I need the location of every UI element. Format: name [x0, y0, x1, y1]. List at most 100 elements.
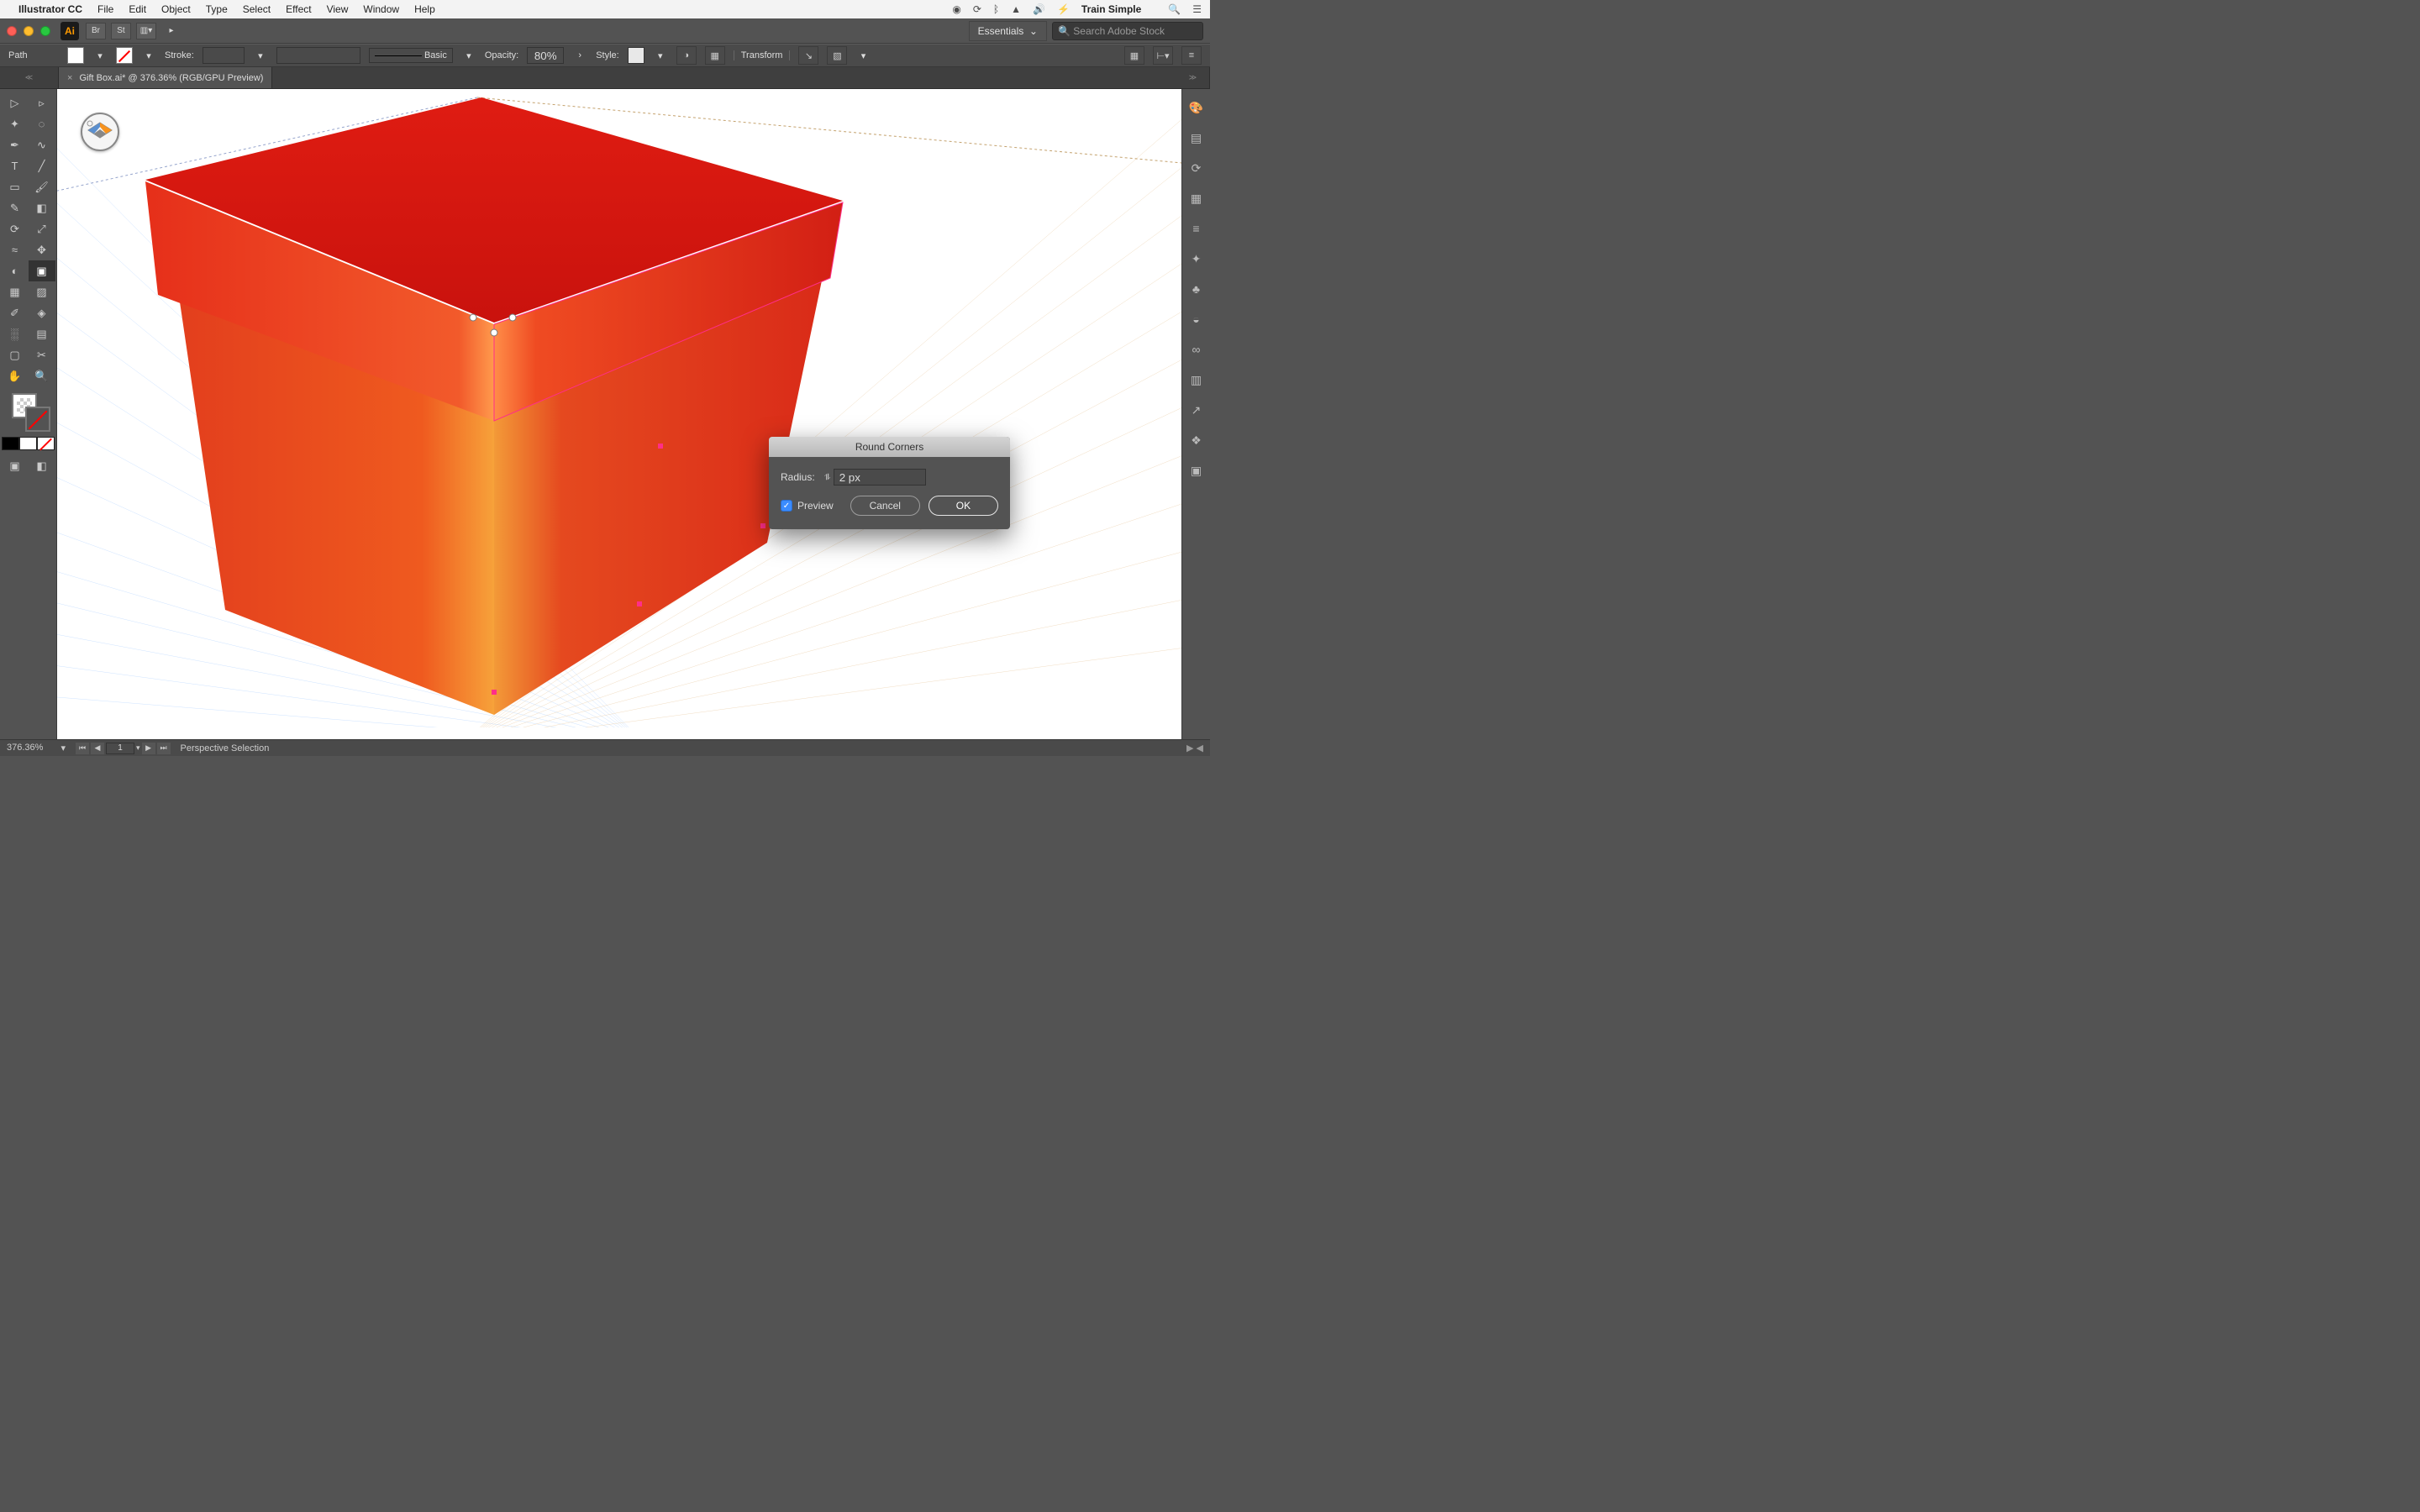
stock-button[interactable]: St [111, 23, 131, 39]
type-tool[interactable]: T [2, 155, 29, 176]
ok-button[interactable]: OK [929, 496, 998, 516]
gradient-panel-icon[interactable]: ✦ [1186, 249, 1207, 269]
dialog-title[interactable]: Round Corners [769, 437, 1010, 457]
app-menu[interactable]: Illustrator CC [18, 3, 82, 15]
preview-checkbox[interactable]: ✓ [781, 500, 792, 512]
canvas[interactable]: Round Corners Radius: ⥮ ✓ Preview Cancel [57, 89, 1181, 739]
stroke-swatch[interactable] [116, 47, 133, 64]
layers-panel-icon[interactable]: ❖ [1186, 430, 1207, 450]
menu-help[interactable]: Help [414, 3, 435, 15]
gpu-icon[interactable]: ▸ [161, 23, 182, 39]
menu-file[interactable]: File [97, 3, 113, 15]
free-transform-tool[interactable]: ✥ [29, 239, 55, 260]
minimize-window-button[interactable] [24, 26, 34, 36]
grid-toggle-icon[interactable]: ▦ [1124, 46, 1144, 65]
blend-tool[interactable]: ◈ [29, 302, 55, 323]
perspective-selection-tool[interactable]: ▣ [29, 260, 55, 281]
menu-object[interactable]: Object [161, 3, 191, 15]
scale-tool[interactable]: ⤢ [29, 218, 55, 239]
eraser-tool[interactable]: ◧ [29, 197, 55, 218]
radius-input[interactable] [834, 469, 926, 486]
appearance-panel-icon[interactable]: ◒ [1186, 309, 1207, 329]
fill-swatch[interactable] [67, 47, 84, 64]
artboards-panel-icon[interactable]: ▣ [1186, 460, 1207, 480]
stroke-dd2[interactable]: ▾ [253, 47, 268, 64]
brush-dd[interactable]: ▾ [461, 47, 476, 64]
close-tab-icon[interactable]: × [67, 73, 72, 83]
zoom-tool[interactable]: 🔍 [29, 365, 55, 386]
timemachine-icon[interactable]: ⟳ [973, 3, 981, 15]
eyedropper-tool[interactable]: ✐ [2, 302, 29, 323]
cancel-button[interactable]: Cancel [850, 496, 920, 516]
chip-solid[interactable] [2, 437, 19, 450]
width-tool[interactable]: ≈ [2, 239, 29, 260]
selection-tool[interactable]: ▷ [2, 92, 29, 113]
chip-none[interactable] [37, 437, 55, 450]
zoom-level[interactable]: 376.36%▾ [7, 743, 66, 753]
style-swatch[interactable] [628, 47, 644, 64]
screen-mode-tool[interactable]: ▣ [2, 455, 29, 476]
pen-tool[interactable]: ✒ [2, 134, 29, 155]
user-menu[interactable]: Train Simple [1081, 3, 1141, 15]
hand-tool[interactable]: ✋ [2, 365, 29, 386]
lasso-tool[interactable]: ◌ [29, 113, 55, 134]
line-tool[interactable]: ╱ [29, 155, 55, 176]
bluetooth-icon[interactable]: ᛒ [993, 3, 999, 15]
volume-icon[interactable]: 🔊 [1033, 3, 1045, 15]
tab-handle[interactable]: ≪ [0, 67, 59, 88]
brush-preview[interactable]: Basic [369, 48, 453, 63]
ctrl-dd[interactable]: ▾ [855, 47, 871, 64]
rotate-tool[interactable]: ⟳ [2, 218, 29, 239]
rectangle-tool[interactable]: ▭ [2, 176, 29, 197]
libraries-panel-icon[interactable]: ∞ [1186, 339, 1207, 360]
stroke-dd[interactable]: ▾ [141, 47, 156, 64]
menu-edit[interactable]: Edit [129, 3, 146, 15]
edit-clip-icon[interactable]: ▧ [827, 46, 847, 65]
mesh-tool[interactable]: ▦ [2, 281, 29, 302]
tab-handle-right[interactable]: ≫ [1176, 67, 1210, 88]
shape-builder-tool[interactable]: ◐ [2, 260, 29, 281]
slice-tool[interactable]: ✂ [29, 344, 55, 365]
recolor-icon[interactable]: ◑ [676, 46, 697, 65]
search-stock-field[interactable]: 🔍 Search Adobe Stock [1052, 22, 1203, 40]
symbol-sprayer-tool[interactable]: ░ [2, 323, 29, 344]
fill-stroke-control[interactable] [3, 391, 54, 435]
snap-icon[interactable]: ⊢▾ [1153, 46, 1173, 65]
curvature-tool[interactable]: ∿ [29, 134, 55, 155]
transform-button[interactable]: Transform [734, 50, 791, 60]
first-artboard-button[interactable]: ⏮ [76, 743, 89, 754]
zoom-window-button[interactable] [40, 26, 50, 36]
direct-selection-tool[interactable]: ▹ [29, 92, 55, 113]
menu-select[interactable]: Select [243, 3, 271, 15]
prev-artboard-button[interactable]: ◀ [91, 743, 104, 754]
swatches-panel-icon[interactable]: ▤ [1186, 128, 1207, 148]
arrange-docs-button[interactable]: ▥▾ [136, 23, 156, 39]
artboard-tool[interactable]: ▢ [2, 344, 29, 365]
scroll-right-icon[interactable]: ▶ ◀ [1186, 743, 1203, 753]
graphic-styles-icon[interactable]: ▥ [1186, 370, 1207, 390]
cc-sync-icon[interactable]: ◉ [952, 3, 960, 15]
next-artboard-button[interactable]: ▶ [142, 743, 155, 754]
menu-type[interactable]: Type [206, 3, 228, 15]
menu-view[interactable]: View [327, 3, 349, 15]
stroke-weight-input[interactable] [203, 47, 245, 64]
artboard-number-input[interactable] [106, 743, 134, 754]
close-window-button[interactable] [7, 26, 17, 36]
transparency-panel-icon[interactable]: ♣ [1186, 279, 1207, 299]
paintbrush-tool[interactable]: 🖌 [29, 176, 55, 197]
stroke-panel-icon[interactable]: ≡ [1186, 218, 1207, 239]
isolate-icon[interactable]: ↘ [798, 46, 818, 65]
chip-gradient[interactable] [19, 437, 37, 450]
export-panel-icon[interactable]: ↗ [1186, 400, 1207, 420]
style-dd[interactable]: ▾ [653, 47, 668, 64]
options-icon[interactable]: ≡ [1181, 46, 1202, 65]
menu-effect[interactable]: Effect [286, 3, 311, 15]
fill-dd[interactable]: ▾ [92, 47, 108, 64]
radius-stepper[interactable]: ⥮ [822, 469, 834, 486]
menu-extras-icon[interactable]: ☰ [1192, 3, 1202, 15]
perspective-plane-widget[interactable] [81, 113, 119, 151]
battery-icon[interactable]: ⚡ [1057, 3, 1070, 15]
gradient-tool[interactable]: ▨ [29, 281, 55, 302]
variable-width-profile[interactable] [276, 47, 360, 64]
bridge-button[interactable]: Br [86, 23, 106, 39]
